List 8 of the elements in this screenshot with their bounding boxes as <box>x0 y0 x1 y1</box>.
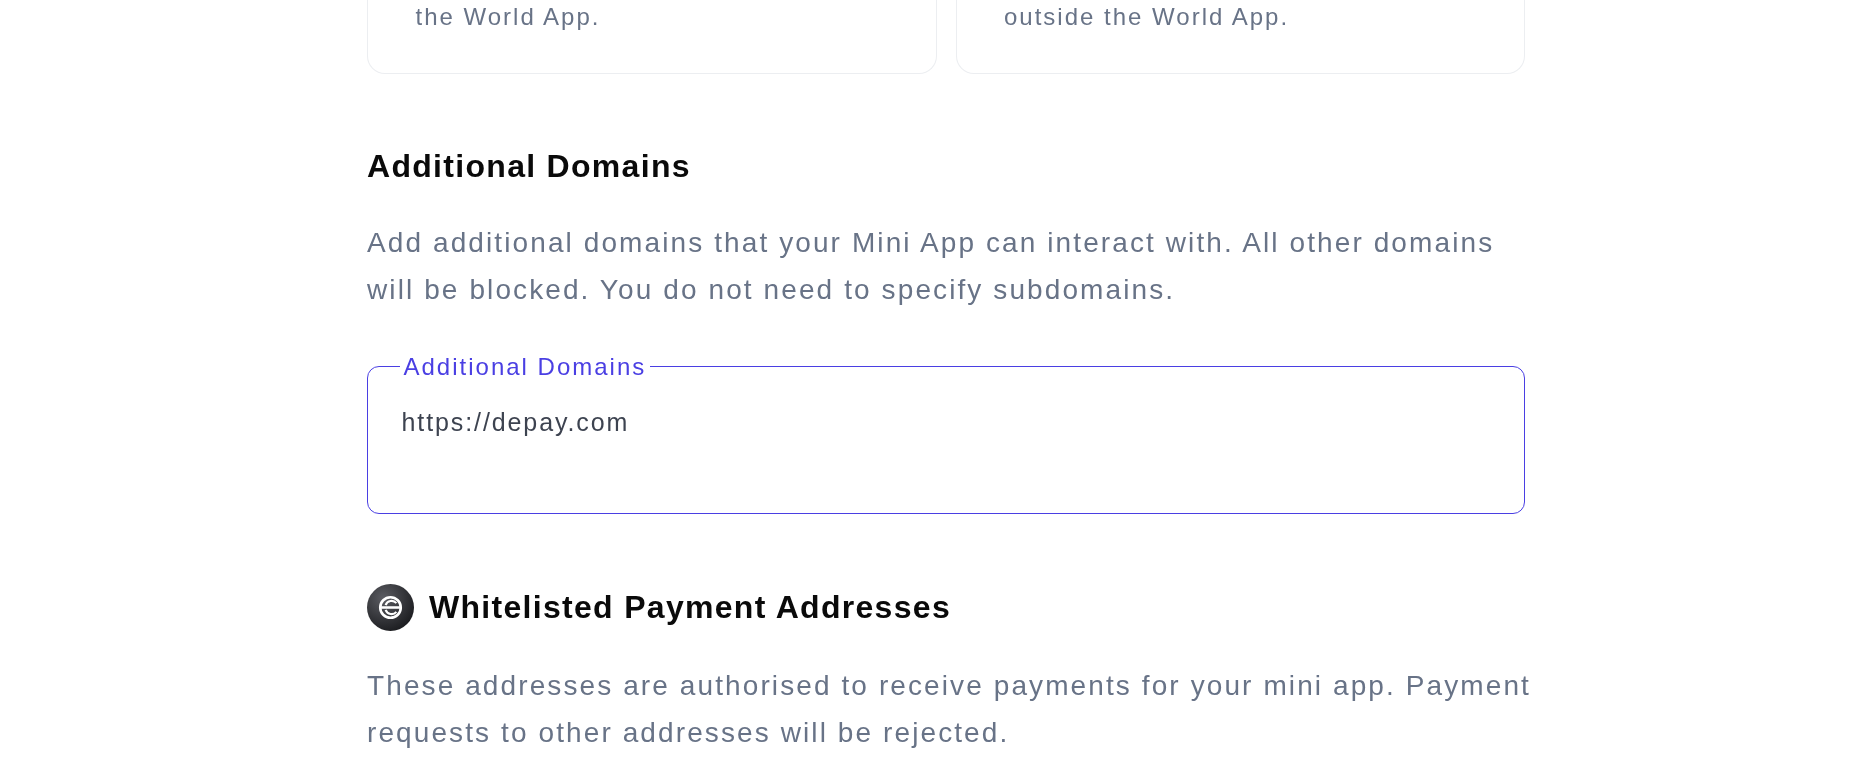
card-text: the World App. <box>415 2 602 32</box>
card-text: outside the World App. <box>1004 2 1291 32</box>
section-description: These addresses are authorised to receive payments for your mini app. Payment requests to other addresses will be rejected. <box>367 668 1532 750</box>
section-heading: Whitelisted Payment Addresses <box>429 588 951 627</box>
circle-logo-icon <box>367 583 414 631</box>
section-description: Add additional domains that your Mini App can interact with. All other domains will be blocked. You do not need to specify subdomains. <box>367 226 1496 307</box>
field-label: Additional Domains <box>402 352 648 381</box>
section-heading: Additional Domains <box>367 147 692 186</box>
